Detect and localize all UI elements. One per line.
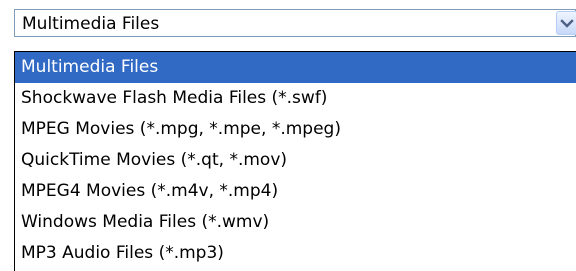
option-windows-media-files[interactable]: Windows Media Files (*.wmv): [15, 207, 576, 238]
option-mpeg-movies[interactable]: MPEG Movies (*.mpg, *.mpe, *.mpeg): [15, 114, 576, 145]
file-type-combobox[interactable]: Multimedia Files: [14, 9, 576, 37]
chevron-down-icon: [560, 19, 574, 28]
dropdown-toggle-button[interactable]: [556, 11, 576, 35]
option-multimedia-files[interactable]: Multimedia Files: [15, 52, 576, 83]
combobox-selected-value: Multimedia Files: [22, 14, 160, 34]
option-mp3-audio-files[interactable]: MP3 Audio Files (*.mp3): [15, 238, 576, 269]
file-type-picker: Multimedia Files Multimedia Files Shockw…: [0, 0, 576, 271]
file-type-options-list[interactable]: Multimedia Files Shockwave Flash Media F…: [14, 51, 576, 271]
option-mpeg4-movies[interactable]: MPEG4 Movies (*.m4v, *.mp4): [15, 176, 576, 207]
option-shockwave-flash-files[interactable]: Shockwave Flash Media Files (*.swf): [15, 83, 576, 114]
option-quicktime-movies[interactable]: QuickTime Movies (*.qt, *.mov): [15, 145, 576, 176]
